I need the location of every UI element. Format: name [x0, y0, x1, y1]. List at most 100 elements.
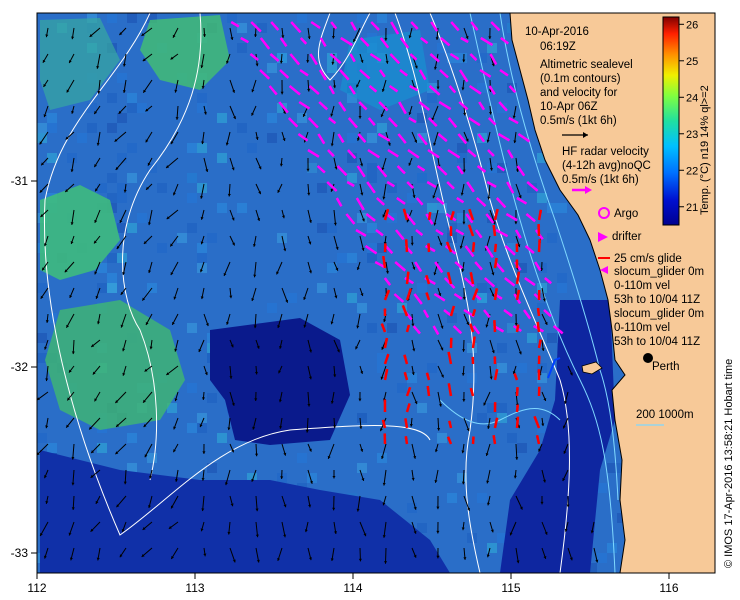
- glider-line: 25 cm/s glide: [614, 253, 682, 265]
- colorbar-tick-label: 22: [686, 165, 698, 177]
- x-tick-label: 115: [501, 581, 520, 595]
- sst-tile: [267, 63, 277, 73]
- x-tick-label: 112: [27, 581, 46, 595]
- sst-tile: [207, 393, 217, 403]
- y-tick-label: -32: [11, 360, 29, 374]
- sst-tile: [557, 273, 567, 283]
- sst-tile: [47, 443, 57, 453]
- sst-tile: [237, 203, 247, 213]
- sst-tile: [197, 243, 207, 253]
- sst-map: 112 113 114 115 116 -31 -32 -33 10-Apr-2…: [11, 12, 735, 595]
- perth-label: Perth: [652, 361, 680, 373]
- sst-tile: [207, 233, 217, 243]
- x-tick-label: 113: [185, 581, 204, 595]
- sst-tile: [107, 273, 117, 283]
- sst-tile: [407, 193, 417, 203]
- sst-tile: [87, 123, 97, 133]
- sst-tile: [217, 433, 227, 443]
- sst-tile: [457, 143, 467, 153]
- sst-tile: [137, 213, 147, 223]
- sst-tile: [437, 433, 447, 443]
- sst-tile: [377, 13, 387, 23]
- sst-tile: [507, 433, 517, 443]
- sst-tile: [357, 413, 367, 423]
- drifter-label: drifter: [612, 231, 642, 243]
- y-axis: -31 -32 -33: [11, 174, 37, 560]
- sst-tile: [107, 13, 117, 23]
- sst-tile: [497, 363, 507, 373]
- depth-legend: 200 1000m: [636, 409, 694, 421]
- sst-tile: [517, 363, 527, 373]
- sst-tile: [427, 363, 437, 373]
- glider-line: 53h to 10/04 11Z: [614, 336, 700, 348]
- sst-tile: [107, 283, 117, 293]
- sst-tile: [37, 123, 47, 133]
- sst-tile: [417, 403, 427, 413]
- sst-tile: [97, 443, 107, 453]
- sst-tile: [547, 333, 557, 343]
- sst-tile: [187, 383, 197, 393]
- sst-tile: [127, 223, 137, 233]
- glider-line: slocum_glider 0m: [614, 308, 704, 320]
- sst-tile: [107, 123, 117, 133]
- sst-tile: [97, 183, 107, 193]
- colorbar-tick-label: 23: [686, 129, 698, 141]
- sst-tile: [177, 233, 187, 243]
- sst-tile: [607, 543, 617, 553]
- sst-tile: [597, 553, 607, 563]
- sst-tile: [187, 323, 197, 333]
- sst-tile: [367, 223, 377, 233]
- y-tick-label: -31: [11, 174, 29, 188]
- sst-tile: [197, 93, 207, 103]
- sst-tile: [127, 103, 137, 113]
- sst-tile: [197, 423, 207, 433]
- x-axis: 112 113 114 115 116: [27, 573, 679, 595]
- sst-tile: [47, 153, 57, 163]
- sst-tile: [77, 133, 87, 143]
- sst-tile: [357, 303, 367, 313]
- sst-tile: [367, 163, 377, 173]
- colorbar-tick-label: 24: [686, 92, 698, 104]
- sst-tile: [447, 493, 457, 503]
- sst-tile: [237, 123, 247, 133]
- hf-line: 0.5m/s (1kt 6h): [562, 174, 639, 186]
- colorbar-label: Temp. (°C) n19 14% ql>=2: [699, 85, 711, 215]
- hf-line: (4-12h avg)noQC: [562, 160, 651, 172]
- sst-tile: [467, 343, 477, 353]
- altimetry-line: 0.5m/s (1kt 6h): [540, 115, 617, 127]
- sst-tile: [487, 543, 497, 553]
- x-tick-label: 116: [659, 581, 678, 595]
- sst-tile: [477, 493, 487, 503]
- sst-tile: [127, 13, 137, 23]
- sst-tile: [107, 173, 117, 183]
- sst-tile: [317, 183, 327, 193]
- sst-tile: [367, 323, 377, 333]
- x-tick-label: 114: [343, 581, 362, 595]
- sst-tile: [107, 253, 117, 263]
- sst-tile: [297, 13, 307, 23]
- sst-tile: [527, 333, 537, 343]
- sst-tile: [427, 203, 437, 213]
- argo-label: Argo: [614, 208, 638, 220]
- sst-tile: [47, 113, 57, 123]
- sst-tile: [497, 413, 507, 423]
- sst-tile: [287, 293, 297, 303]
- sst-tile: [217, 153, 227, 163]
- sst-tile: [237, 23, 247, 33]
- date-label: 10-Apr-2016: [525, 26, 589, 38]
- sst-tile: [67, 153, 77, 163]
- sst-tile: [557, 203, 567, 213]
- sst-tile: [317, 223, 327, 233]
- sst-tile: [347, 133, 357, 143]
- sst-tile: [317, 283, 327, 293]
- sst-tile: [127, 93, 137, 103]
- sst-tile: [557, 283, 567, 293]
- glider-line: 0-110m vel: [614, 322, 670, 334]
- sst-tile: [197, 183, 207, 193]
- sst-tile: [347, 293, 357, 303]
- sst-tile: [377, 123, 387, 133]
- sst-tile: [387, 323, 397, 333]
- sst-tile: [187, 173, 197, 183]
- credit-text: © IMOS 17-Apr-2016 13:58:21 Hobart time: [723, 359, 735, 568]
- sst-tile: [367, 173, 377, 183]
